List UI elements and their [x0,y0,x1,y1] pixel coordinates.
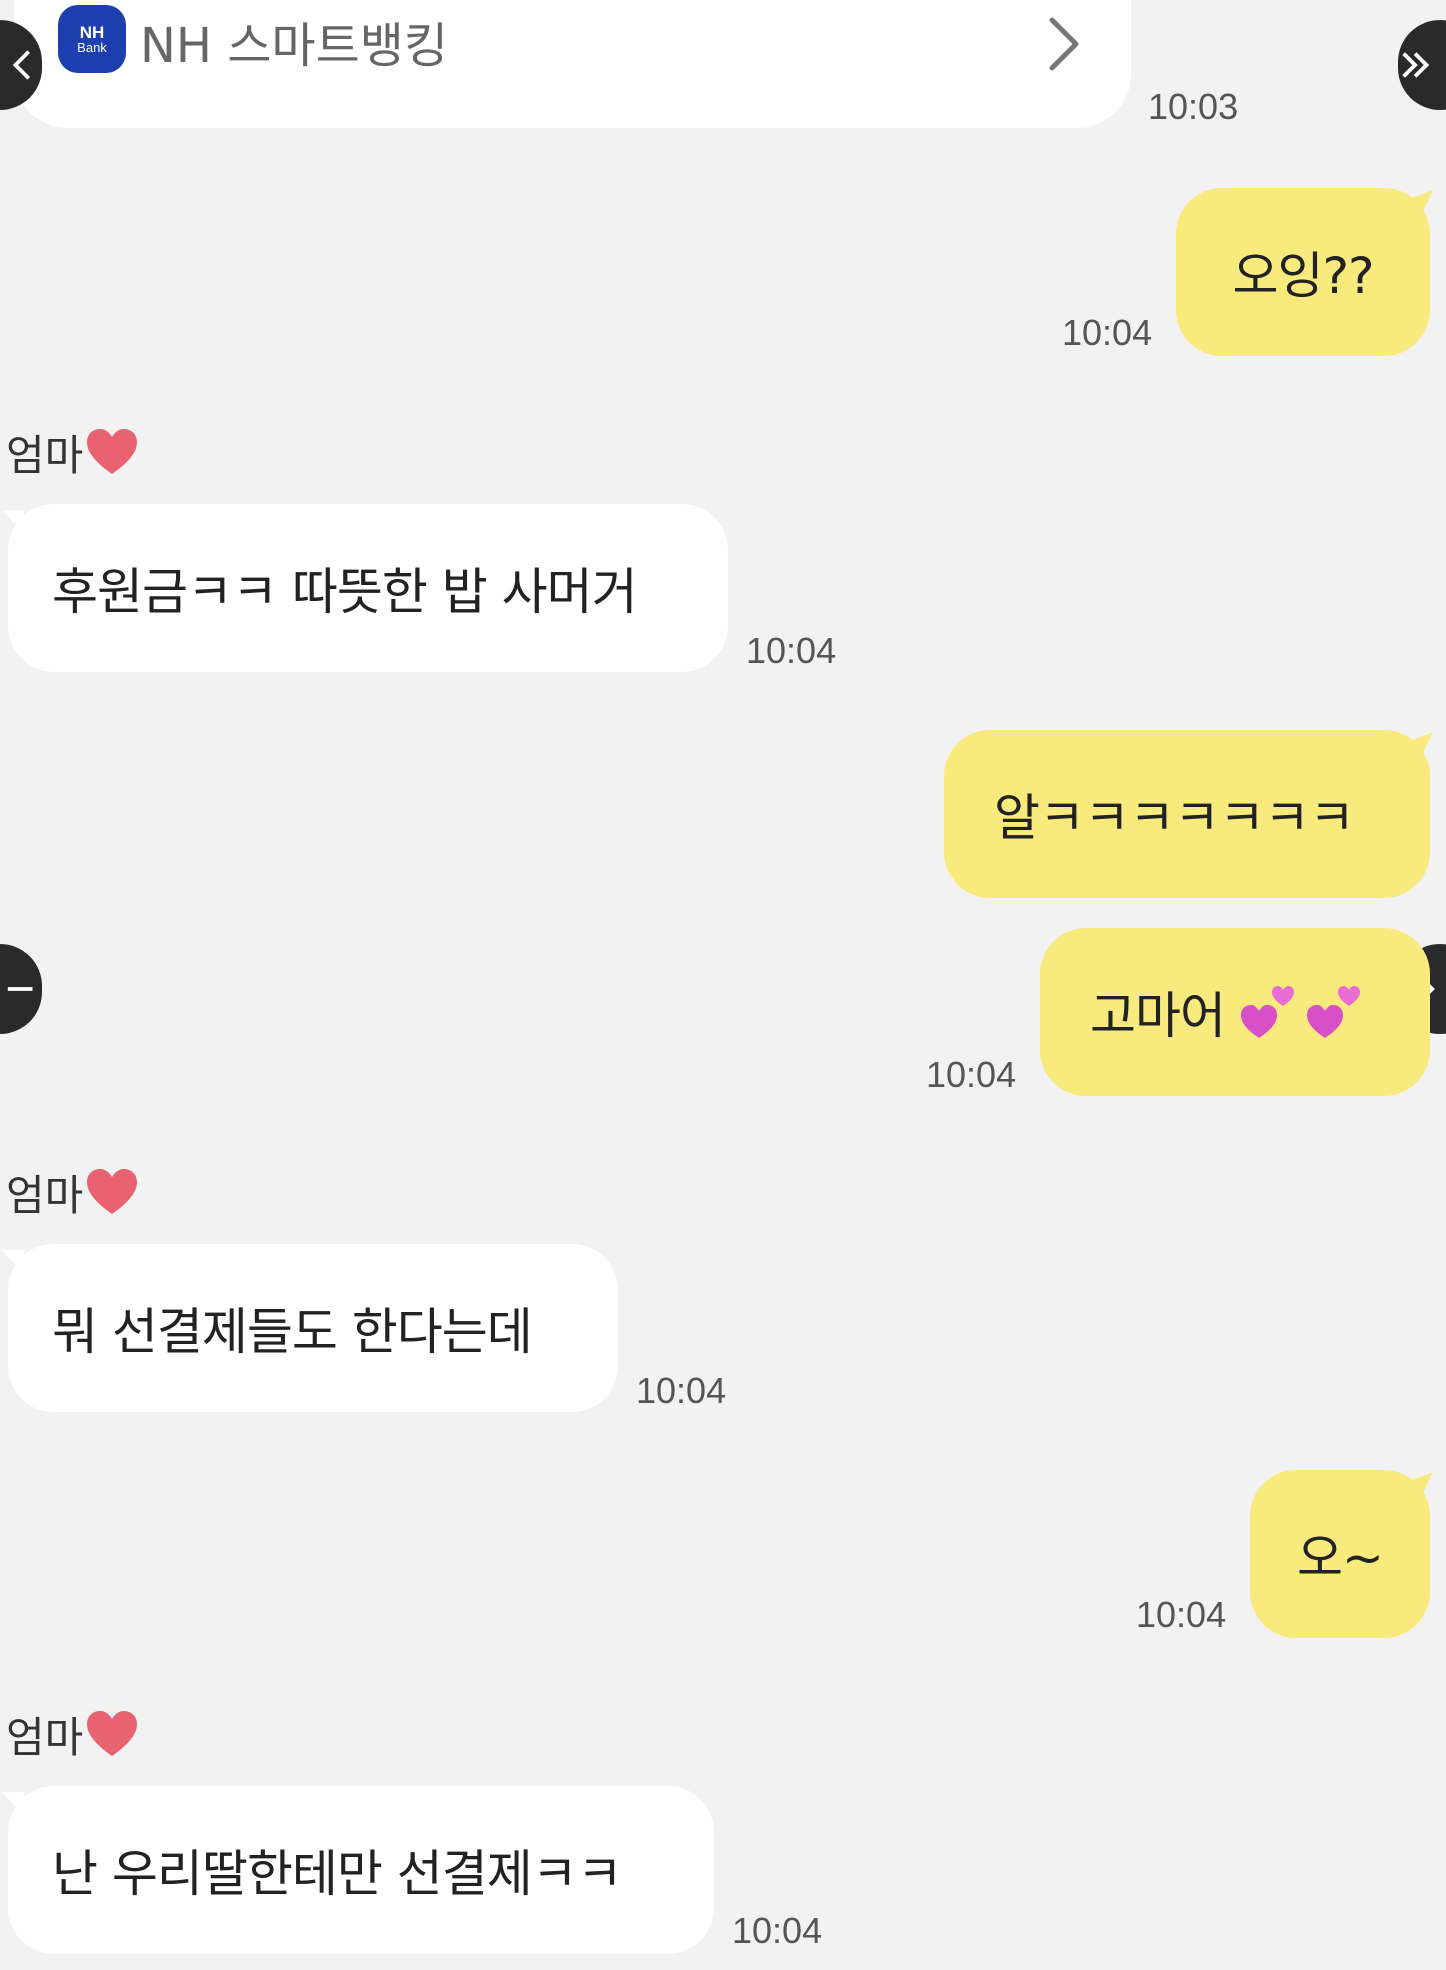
sender-name: 엄마 [6,1713,84,1762]
two-hearts-emoji-icon [1307,986,1360,1038]
message-time: 10:03 [1148,86,1239,127]
two-hearts-emoji-icon [1241,986,1294,1038]
bubble-tail [2,510,24,534]
message-time: 10:04 [746,630,837,671]
share-card-title: NH 스마트뱅킹 [140,18,449,74]
back-arrow-button[interactable] [0,944,42,1034]
message-text: 오~ [1297,1529,1384,1587]
bubble-tail [2,1792,24,1816]
arrow-left-icon [7,987,33,991]
message-time: 10:04 [1062,312,1153,353]
logo-text-bottom: Bank [77,40,107,55]
message-text: 뭐 선결제들도 한다는데 [52,1303,533,1361]
message-time: 10:04 [636,1370,727,1411]
red-heart-emoji-icon [87,1710,138,1756]
message-text: 고마어 [1090,987,1226,1045]
chevron-left-icon [12,50,31,80]
sender-label: 엄마 [6,1162,139,1223]
nh-bank-logo: NH Bank [58,5,126,73]
message-text: 알ㅋㅋㅋㅋㅋㅋㅋ [994,789,1355,847]
incoming-message[interactable]: 난 우리딸한테만 선결제ㅋㅋ [8,1786,714,1954]
incoming-message[interactable]: 후원금ㅋㅋ 따뜻한 밥 사머거 [8,504,728,672]
share-card[interactable]: NH Bank NH 스마트뱅킹 [14,0,1131,128]
outgoing-message[interactable]: 고마어 [1040,928,1430,1096]
outgoing-message[interactable]: 오~ [1250,1470,1430,1638]
message-time: 10:04 [732,1910,823,1951]
message-text: 후원금ㅋㅋ 따뜻한 밥 사머거 [52,563,638,621]
red-heart-emoji-icon [87,428,138,474]
message-time: 10:04 [1136,1594,1227,1635]
bubble-tail [2,1250,24,1274]
chevron-right-icon [1044,16,1084,76]
outgoing-message[interactable]: 알ㅋㅋㅋㅋㅋㅋㅋ [944,730,1430,898]
double-chevron-right-icon [1402,52,1430,78]
incoming-message[interactable]: 뭐 선결제들도 한다는데 [8,1244,618,1412]
sender-name: 엄마 [6,1171,84,1220]
message-text: 오잉?? [1232,247,1374,305]
sender-name: 엄마 [6,431,84,480]
message-text: 난 우리딸한테만 선결제ㅋㅋ [52,1845,623,1903]
next-arrow-button[interactable] [1398,20,1446,110]
sender-label: 엄마 [6,1704,139,1765]
sender-label: 엄마 [6,422,139,483]
red-heart-emoji-icon [87,1168,138,1214]
logo-text-top: NH [79,23,105,42]
message-time: 10:04 [926,1054,1017,1095]
outgoing-message[interactable]: 오잉?? [1176,188,1430,356]
